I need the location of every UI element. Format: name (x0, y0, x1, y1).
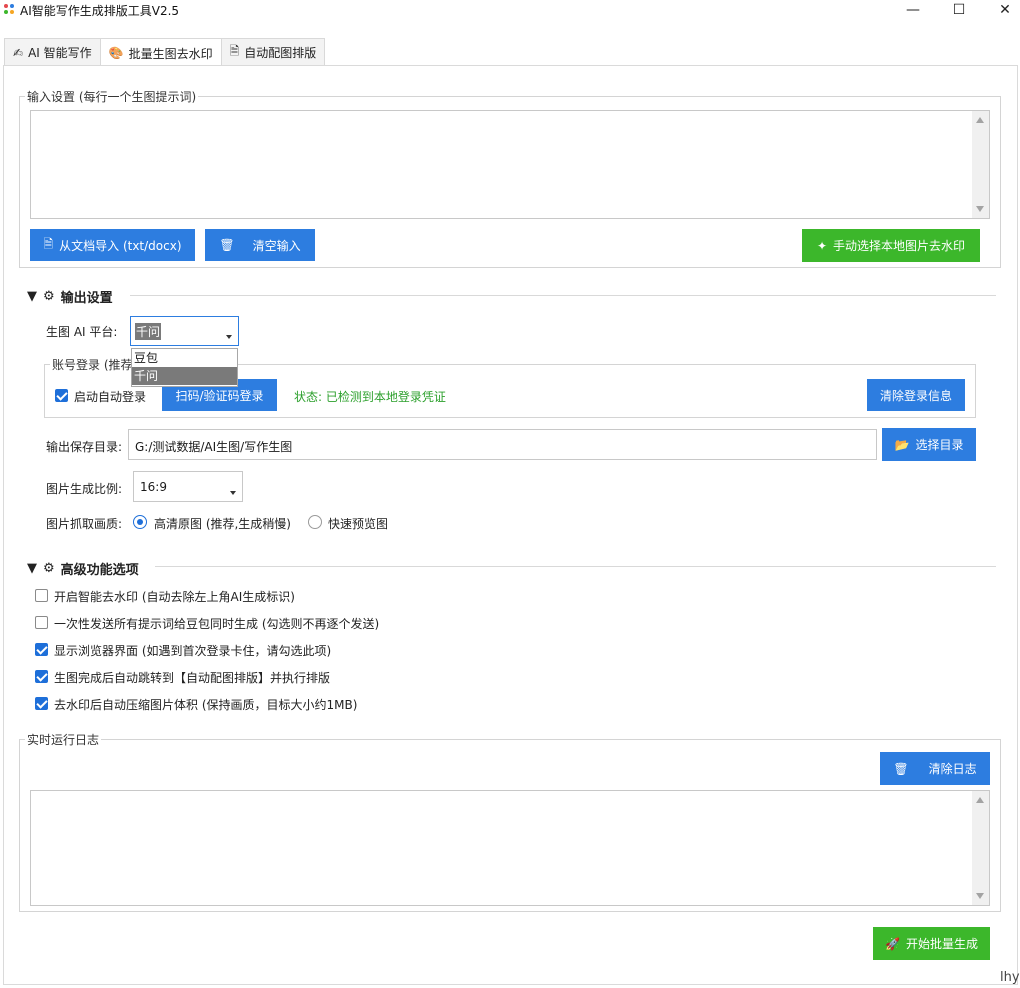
scan-login-label: 扫码/验证码登录 (175, 388, 264, 403)
output-settings-title: 输出设置 (60, 291, 113, 306)
title-bar: AI智能写作生成排版工具V2.5 — ☐ ✕ (0, 0, 1020, 32)
log-scrollbar[interactable] (972, 791, 989, 905)
tab-ai-writing[interactable]: ✍ AI 智能写作 (4, 38, 101, 66)
auto-jump-layout-label: 生图完成后自动跳转到【自动配图排版】并执行排版 (54, 671, 331, 685)
clear-input-button[interactable]: 🗑 清空输入 (205, 229, 315, 261)
sparkle-icon: ✦ (816, 238, 828, 253)
ratio-value: 16:9 (140, 480, 167, 494)
log-textarea[interactable] (30, 790, 990, 906)
clear-input-label: 清空输入 (252, 238, 301, 253)
manual-watermark-button[interactable]: ✦ 手动选择本地图片去水印 (802, 229, 980, 262)
close-button[interactable]: ✕ (982, 0, 1020, 20)
rocket-icon: 🚀 (885, 936, 900, 951)
scroll-up-icon[interactable] (976, 797, 984, 803)
tab-label: 批量生图去水印 (128, 46, 213, 61)
auto-compress-checkbox[interactable] (35, 697, 48, 710)
window-title: AI智能写作生成排版工具V2.5 (20, 4, 180, 18)
auto-login-checkbox[interactable] (55, 389, 68, 402)
platform-dropdown-list: 豆包 千问 (131, 348, 238, 387)
folder-icon: 📂 (894, 437, 910, 452)
scroll-up-icon[interactable] (976, 117, 984, 123)
quality-label: 图片抓取画质: (46, 517, 123, 531)
scroll-down-icon[interactable] (976, 893, 984, 899)
quality-fast-label: 快速预览图 (328, 517, 389, 531)
chevron-down-icon (226, 335, 232, 339)
trash-icon: 🗑 (893, 761, 909, 776)
choose-dir-label: 选择目录 (915, 438, 964, 452)
tab-bar: ✍ AI 智能写作 🎨 批量生图去水印 🗎 自动配图排版 (4, 38, 326, 67)
login-status-text: 状态: 已检测到本地登录凭证 (294, 390, 446, 404)
smart-watermark-checkbox[interactable] (35, 589, 48, 602)
auto-jump-layout-checkbox[interactable] (35, 670, 48, 683)
chevron-down-icon (230, 491, 236, 495)
prompt-textarea[interactable] (30, 110, 990, 219)
advanced-options-header[interactable]: ▼ ⚙ 高级功能选项 (27, 559, 139, 578)
corner-watermark-text: lhy (1000, 970, 1020, 985)
import-document-button[interactable]: 🗎 从文档导入 (txt/docx) (30, 229, 195, 261)
ratio-label: 图片生成比例: (46, 482, 123, 496)
smart-watermark-label: 开启智能去水印 (自动去除左上角AI生成标识) (54, 590, 295, 604)
auto-login-label: 启动自动登录 (74, 390, 147, 404)
show-browser-checkbox[interactable] (35, 643, 48, 656)
quality-hd-label: 高清原图 (推荐,生成稍慢) (154, 517, 291, 531)
platform-option-doubao[interactable]: 豆包 (132, 349, 237, 367)
section-divider (155, 566, 996, 567)
show-browser-label: 显示浏览器界面 (如遇到首次登录卡住，请勾选此项) (54, 644, 332, 658)
log-group-label: 实时运行日志 (25, 731, 102, 748)
clear-log-button[interactable]: 🗑 清除日志 (880, 752, 990, 785)
tab-batch-image-watermark[interactable]: 🎨 批量生图去水印 (99, 38, 222, 67)
tab-auto-layout[interactable]: 🗎 自动配图排版 (220, 38, 326, 66)
platform-selected-value: 千问 (135, 323, 162, 340)
collapse-triangle-icon: ▼ (27, 561, 37, 576)
save-dir-value: G:/测试数据/AI生图/写作生图 (135, 440, 293, 454)
clear-login-label: 清除登录信息 (879, 388, 952, 403)
trash-icon: 🗑 (219, 238, 235, 252)
quality-hd-radio[interactable] (133, 515, 147, 529)
tab-label: 自动配图排版 (244, 46, 317, 60)
platform-option-qianwen[interactable]: 千问 (132, 367, 237, 385)
start-batch-label: 开始批量生成 (905, 937, 978, 951)
manual-watermark-label: 手动选择本地图片去水印 (833, 239, 966, 253)
send-all-prompts-checkbox[interactable] (35, 616, 48, 629)
clear-log-label: 清除日志 (928, 762, 977, 776)
advanced-options-title: 高级功能选项 (60, 563, 139, 578)
auto-compress-label: 去水印后自动压缩图片体积 (保持画质，目标大小约1MB) (54, 698, 358, 712)
scroll-down-icon[interactable] (976, 206, 984, 212)
textarea-scrollbar[interactable] (972, 111, 989, 218)
account-login-label: 账号登录 (推荐 (50, 356, 135, 373)
ratio-select[interactable]: 16:9 (133, 471, 243, 502)
clear-login-button[interactable]: 清除登录信息 (867, 379, 965, 411)
gear-icon: ⚙ (43, 561, 55, 576)
tab-label: AI 智能写作 (28, 46, 92, 60)
quality-fast-radio[interactable] (308, 515, 322, 529)
import-button-label: 从文档导入 (txt/docx) (59, 238, 182, 253)
send-all-prompts-label: 一次性发送所有提示词给豆包同时生成 (勾选则不再逐个发送) (54, 617, 380, 631)
file-icon: 🗎 (43, 236, 54, 251)
pen-icon: ✍ (13, 45, 24, 60)
save-dir-input[interactable]: G:/测试数据/AI生图/写作生图 (128, 429, 877, 460)
app-logo-icon (4, 4, 16, 16)
maximize-button[interactable]: ☐ (936, 0, 982, 20)
gear-icon: ⚙ (43, 289, 55, 304)
minimize-button[interactable]: — (890, 0, 936, 20)
save-dir-label: 输出保存目录: (46, 440, 123, 454)
collapse-triangle-icon: ▼ (27, 289, 37, 304)
palette-icon: 🎨 (108, 46, 124, 60)
platform-label: 生图 AI 平台: (46, 325, 118, 339)
section-divider (130, 295, 996, 296)
input-settings-label: 输入设置 (每行一个生图提示词) (25, 88, 199, 105)
choose-dir-button[interactable]: 📂 选择目录 (882, 428, 976, 461)
output-settings-header[interactable]: ▼ ⚙ 输出设置 (27, 287, 113, 306)
start-batch-button[interactable]: 🚀 开始批量生成 (873, 927, 990, 960)
platform-select[interactable]: 千问 (130, 316, 239, 346)
document-icon: 🗎 (229, 44, 240, 58)
